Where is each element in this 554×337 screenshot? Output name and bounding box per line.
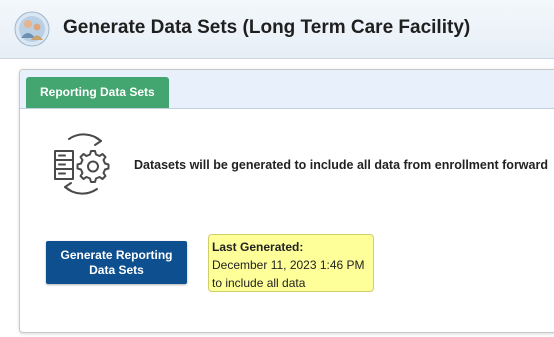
tab-reporting-data-sets[interactable]: Reporting Data Sets bbox=[26, 77, 169, 108]
last-generated-note: Last Generated: December 11, 2023 1:46 P… bbox=[208, 234, 374, 292]
reporting-panel: Reporting Data Sets Datasets will be gen… bbox=[19, 69, 554, 333]
last-generated-scope: to include all data bbox=[212, 276, 306, 290]
last-generated-datetime: December 11, 2023 1:46 PM bbox=[212, 258, 365, 272]
page-header: Generate Data Sets (Long Term Care Facil… bbox=[0, 0, 554, 59]
nhsn-logo-icon bbox=[14, 11, 50, 47]
dataset-info-text: Datasets will be generated to include al… bbox=[134, 158, 548, 172]
generate-reporting-data-sets-button[interactable]: Generate Reporting Data Sets bbox=[46, 241, 187, 284]
dataset-gear-refresh-icon bbox=[54, 133, 110, 195]
last-generated-label: Last Generated: bbox=[212, 240, 304, 254]
page-title: Generate Data Sets (Long Term Care Facil… bbox=[63, 17, 471, 38]
tab-strip: Reporting Data Sets bbox=[20, 70, 554, 109]
